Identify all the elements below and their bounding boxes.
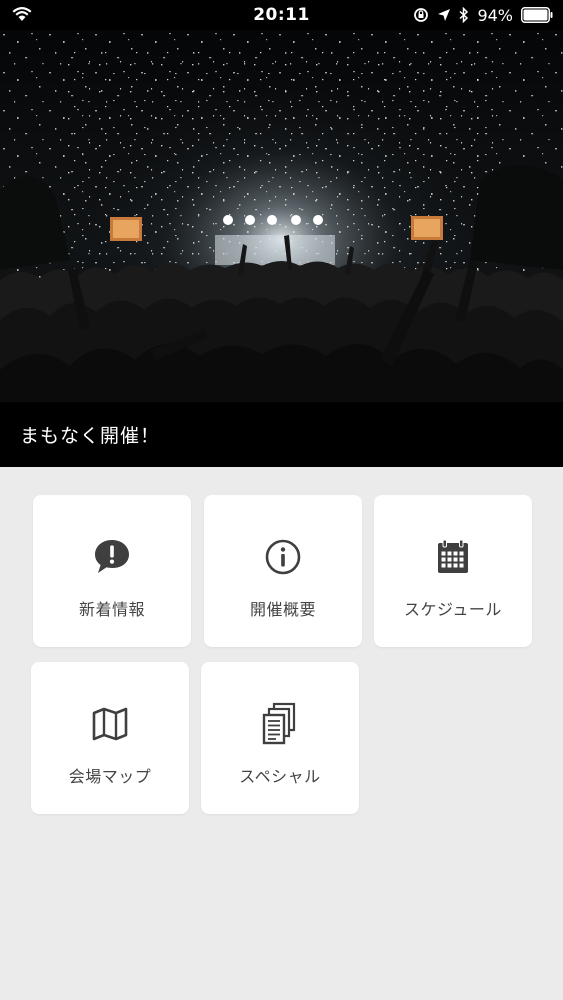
menu-tile-schedule-label: スケジュール [404,600,502,619]
menu-tile-overview[interactable]: 開催概要 [204,495,362,647]
status-right-group: 94% [413,5,553,25]
documents-icon [262,702,296,745]
menu-tile-news-label: 新着情報 [78,600,145,619]
hero-caption-bar: まもなく開催！ [0,402,563,467]
map-icon [92,707,128,741]
rotation-lock-icon [414,8,429,22]
calendar-icon [438,539,468,573]
menu-tile-venue-map[interactable]: 会場マップ [31,662,189,814]
info-circle-icon [265,539,301,575]
location-arrow-icon [438,9,451,21]
battery-percent: 94% [477,5,513,25]
bluetooth-icon [459,7,469,23]
status-bar: 20:11 94% [0,0,563,30]
menu-tile-overview-label: 開催概要 [249,600,316,619]
menu-tile-special[interactable]: スペシャル [201,662,359,814]
hero-caption: まもなく開催！ [20,425,161,447]
menu-tile-news[interactable]: 新着情報 [33,495,191,647]
hero-banner[interactable]: まもなく開催！ [0,30,563,467]
menu-tile-schedule[interactable]: スケジュール [374,495,532,647]
menu-tile-venue-map-label: 会場マップ [68,767,152,786]
chat-alert-icon [95,540,129,573]
battery-icon [521,7,553,23]
menu-tile-special-label: スペシャル [239,767,321,786]
